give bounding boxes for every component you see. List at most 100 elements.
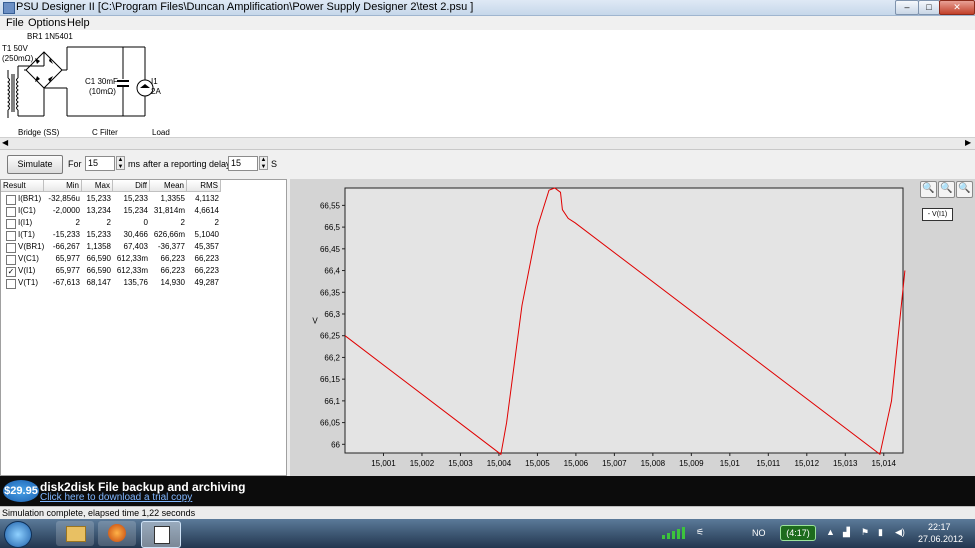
banner-link[interactable]: Click here to download a trial copy (40, 492, 192, 503)
clock-time[interactable]: 22:17 (928, 522, 951, 532)
table-row[interactable]: V(T1) -67,613 68,147 135,76 14,930 49,287 (1, 277, 231, 289)
delay-input[interactable]: 15 (228, 156, 258, 171)
battery-indicator[interactable]: (4:17) (780, 525, 816, 541)
folder-icon (66, 526, 86, 542)
duration-input[interactable]: 15 (85, 156, 115, 171)
row-name: V(T1) (18, 278, 38, 287)
row-checkbox[interactable] (6, 255, 16, 265)
col-rms[interactable]: RMS (187, 180, 221, 192)
table-row[interactable]: V(BR1) -66,267 1,1358 67,403 -36,377 45,357 (1, 241, 231, 253)
row-diff: 612,33m (116, 254, 148, 263)
transformer-resistance: (250mΩ) (2, 54, 34, 63)
row-diff: 67,403 (123, 242, 148, 251)
table-row[interactable]: I(BR1) -32,856u 15,233 15,233 1,3355 4,1132 (1, 193, 231, 205)
row-diff: 612,33m (116, 266, 148, 275)
row-checkbox[interactable] (6, 219, 16, 229)
row-min: -2,0000 (52, 206, 80, 215)
row-checkbox[interactable] (6, 243, 16, 253)
x-tick-label: 15,01 (720, 459, 741, 468)
x-tick-label: 15,014 (872, 459, 897, 468)
volume-icon[interactable]: ◀) (895, 527, 905, 538)
row-mean: 2 (180, 218, 185, 227)
row-checkbox[interactable] (6, 231, 16, 241)
row-diff: 30,466 (123, 230, 148, 239)
minimize-button[interactable]: – (895, 0, 919, 15)
y-tick-label: 66,55 (320, 201, 341, 210)
schematic-scrollbar[interactable]: ◀ ▶ (0, 137, 975, 149)
table-row[interactable]: ✓ V(I1) 65,977 66,590 612,33m 66,223 66,223 (1, 265, 231, 277)
firefox-taskbar-button[interactable] (98, 521, 136, 546)
row-min: -66,267 (52, 242, 80, 251)
row-checkbox[interactable] (6, 195, 16, 205)
duration-stepper[interactable]: ▲ ▼ (116, 156, 125, 170)
clock-date[interactable]: 27.06.2012 (918, 534, 963, 544)
tray-expand-icon[interactable]: ▲ (826, 527, 835, 537)
load-label: I1 (151, 77, 158, 86)
language-indicator[interactable]: NO (752, 528, 766, 538)
start-button[interactable] (4, 521, 32, 548)
menu-help[interactable]: Help (67, 17, 90, 29)
row-max: 1,1358 (86, 242, 111, 251)
y-tick-label: 66,5 (324, 223, 340, 232)
signal-bars-icon[interactable] (660, 527, 694, 539)
row-min: 65,977 (55, 266, 80, 275)
delay-stepper[interactable]: ▲ ▼ (259, 156, 268, 170)
voltage-chart[interactable]: 66,55 66,5 66,45 66,4 66,35 66,3 66,25 66,2 66,1… (290, 179, 920, 476)
row-max: 15,233 (86, 230, 111, 239)
scroll-left-icon[interactable]: ◀ (2, 138, 8, 147)
zoom-out-icon[interactable]: 🔍 (938, 181, 955, 198)
y-tick-label: 66 (331, 440, 340, 449)
duration-unit: ms (128, 159, 140, 169)
row-diff: 15,233 (123, 194, 148, 203)
table-row[interactable]: I(I1) 2 2 0 2 2 (1, 217, 231, 229)
x-tick-label: 15,009 (679, 459, 704, 468)
scroll-right-icon[interactable]: ▶ (965, 138, 971, 147)
simulate-button[interactable]: Simulate (7, 155, 63, 174)
table-row[interactable]: V(C1) 65,977 66,590 612,33m 66,223 66,223 (1, 253, 231, 265)
row-min: -67,613 (52, 278, 80, 287)
section-bridge: Bridge (SS) (18, 128, 60, 137)
maximize-button[interactable]: □ (918, 0, 940, 15)
row-rms: 4,1132 (195, 194, 219, 203)
row-checkbox[interactable] (6, 279, 16, 289)
menu-file[interactable]: File (6, 17, 24, 29)
row-mean: 1,3355 (160, 194, 185, 203)
capacitor-label: C1 30mF (85, 77, 118, 86)
table-row[interactable]: I(T1) -15,233 15,233 30,466 626,66m 5,1040 (1, 229, 231, 241)
zoom-reset-icon[interactable]: 🔍 (956, 181, 973, 198)
col-result[interactable]: Result (1, 180, 44, 192)
network-icon[interactable]: ▟ (843, 527, 850, 538)
row-rms: 2 (214, 218, 219, 227)
flag-icon[interactable]: ⚑ (861, 527, 869, 538)
power-icon[interactable]: ▮ (878, 527, 883, 538)
bridge-label: BR1 1N5401 (27, 32, 73, 41)
row-checkbox[interactable] (6, 207, 16, 217)
chart-legend: - V(I1) (922, 208, 953, 221)
ad-banner[interactable]: $29.95 disk2disk File backup and archivi… (0, 476, 975, 506)
x-tick-label: 15,008 (641, 459, 666, 468)
col-mean[interactable]: Mean (150, 180, 187, 192)
col-diff[interactable]: Diff (113, 180, 150, 192)
explorer-taskbar-button[interactable] (56, 521, 94, 546)
wireless-icon[interactable]: ⚟ (696, 527, 704, 538)
x-tick-label: 15,012 (795, 459, 820, 468)
row-rms: 45,357 (194, 242, 219, 251)
zoom-in-icon[interactable]: 🔍 (920, 181, 937, 198)
psu-designer-taskbar-button[interactable] (141, 521, 181, 548)
row-diff: 135,76 (123, 278, 148, 287)
plot-area (344, 187, 904, 454)
col-max[interactable]: Max (82, 180, 113, 192)
close-button[interactable]: ✕ (939, 0, 975, 15)
load-current: 2A (151, 87, 161, 96)
y-tick-label: 66,3 (324, 310, 340, 319)
menu-bar: File Options Help (0, 16, 975, 30)
menu-options[interactable]: Options (28, 17, 66, 29)
schematic-panel[interactable]: BR1 1N5401 T1 50V (250mΩ) C1 30mF (10mΩ)… (0, 30, 975, 137)
table-row[interactable]: I(C1) -2,0000 13,234 15,234 31,814m 4,6614 (1, 205, 231, 217)
plot-panel: 🔍 🔍 🔍 - V(I1) 66,55 66,5 66,45 66,4 66,35 66,… (290, 179, 975, 476)
price-badge: $29.95 (3, 480, 39, 502)
row-checkbox[interactable]: ✓ (6, 267, 16, 277)
status-text: Simulation complete, elapsed time 1,22 s… (2, 508, 196, 518)
y-tick-label: 66,15 (320, 375, 341, 384)
col-min[interactable]: Min (44, 180, 82, 192)
